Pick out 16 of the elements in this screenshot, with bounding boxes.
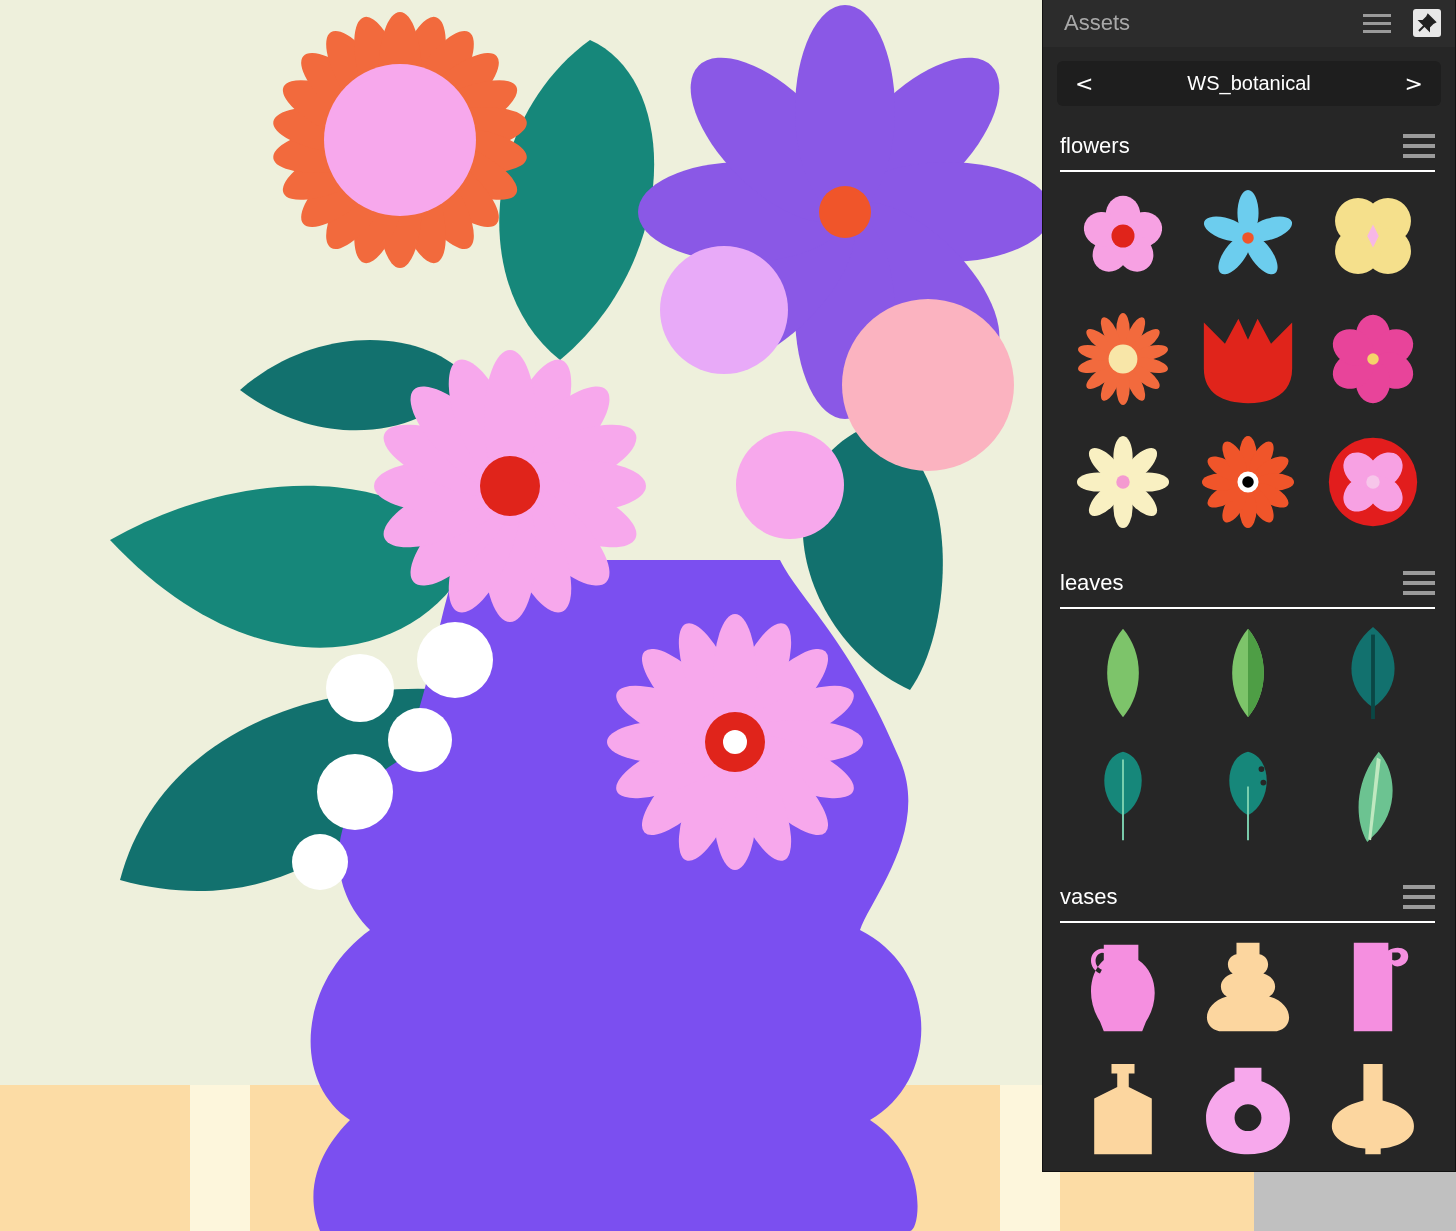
menu-icon[interactable] bbox=[1403, 571, 1435, 595]
pin-button[interactable] bbox=[1413, 9, 1441, 38]
menu-icon[interactable] bbox=[1363, 13, 1391, 34]
library-name: WS_botanical bbox=[1187, 71, 1311, 95]
category-title[interactable]: vases bbox=[1060, 884, 1118, 910]
previous-button[interactable]: < bbox=[1069, 70, 1100, 96]
panel-title: Assets bbox=[1064, 10, 1132, 37]
menu-icon[interactable] bbox=[1403, 885, 1435, 909]
category-title[interactable]: flowers bbox=[1060, 133, 1130, 159]
flower-icon[interactable] bbox=[1074, 433, 1171, 530]
flower-icon[interactable] bbox=[1199, 433, 1296, 530]
library-selector[interactable]: < WS_botanical > bbox=[1057, 60, 1441, 106]
menu-icon[interactable] bbox=[1403, 134, 1435, 158]
next-button[interactable]: > bbox=[1398, 70, 1429, 96]
category-title[interactable]: leaves bbox=[1060, 570, 1124, 596]
pin-icon bbox=[1417, 13, 1437, 34]
